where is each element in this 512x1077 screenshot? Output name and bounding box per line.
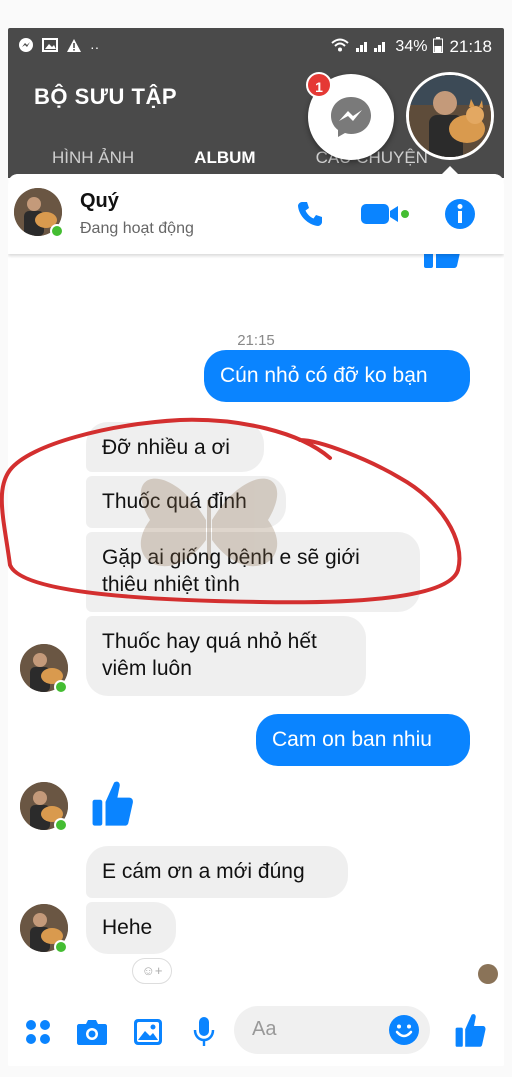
unread-badge: 1 (306, 72, 332, 98)
message-incoming[interactable]: Gặp ai giống bệnh e sẽ giới thiêu nhiệt … (86, 532, 420, 612)
messenger-icon (18, 37, 34, 57)
message-incoming[interactable]: E cám ơn a mới đúng (86, 846, 348, 898)
wifi-icon (331, 38, 350, 56)
status-left: ·· (18, 37, 99, 57)
signal-icon (355, 38, 389, 56)
emoji-icon[interactable] (388, 1014, 420, 1046)
status-right: 34% 21:18 (331, 37, 492, 57)
contact-status: Đang hoạt động (80, 220, 194, 237)
contact-name[interactable]: Quý (80, 190, 119, 213)
online-indicator (54, 818, 68, 832)
phone-icon[interactable] (292, 198, 328, 230)
info-icon[interactable] (442, 198, 478, 230)
mic-icon[interactable] (188, 1016, 220, 1048)
clock: 21:18 (449, 37, 492, 56)
like-icon[interactable] (450, 1010, 490, 1050)
message-outgoing[interactable]: Cún nhỏ có đỡ ko bạn (204, 350, 470, 402)
gallery-title: BỘ SƯU TẬP (34, 84, 178, 109)
message-input[interactable]: Aa (234, 1006, 430, 1054)
message-incoming[interactable]: Thuốc hay quá nhỏ hết viêm luôn (86, 616, 366, 696)
timestamp-divider: 21:15 (237, 332, 275, 349)
tab-album[interactable]: ALBUM (194, 148, 255, 168)
chat-window: Quý Đang hoạt động 21:15 Cún nhỏ có đỡ k… (8, 174, 504, 1066)
battery-icon (433, 37, 444, 57)
tab-photos[interactable]: HÌNH ẢNH (52, 148, 134, 168)
header-actions (292, 198, 478, 230)
online-indicator (50, 224, 64, 238)
gallery-icon[interactable] (132, 1016, 164, 1048)
phone-screen: ·· 34% 21:18 BỘ SƯU TẬP HÌNH ẢNH ALBUM C… (8, 28, 504, 1066)
battery-level: 34% (395, 38, 428, 55)
camera-icon[interactable] (76, 1016, 108, 1048)
message-composer: Aa (8, 994, 504, 1066)
like-message-thumbs-up-icon[interactable] (86, 776, 138, 830)
contact-chat-head[interactable] (406, 72, 494, 160)
message-incoming[interactable]: Thuốc quá đỉnh (86, 476, 286, 528)
video-icon[interactable] (358, 198, 412, 230)
online-indicator (54, 940, 68, 954)
image-icon (42, 38, 58, 56)
online-indicator (54, 680, 68, 694)
status-bar: ·· 34% 21:18 (8, 28, 504, 64)
message-incoming[interactable]: Hehe (86, 902, 176, 954)
message-incoming[interactable]: Đỡ nhiều a ơi (86, 422, 264, 472)
message-input-placeholder: Aa (252, 1018, 277, 1040)
messenger-icon (331, 97, 371, 137)
seen-receipt-avatar (478, 964, 498, 984)
more-dots-icon: ·· (90, 39, 100, 55)
chat-header: Quý Đang hoạt động (8, 174, 504, 254)
screenshot-frame: ·· 34% 21:18 BỘ SƯU TẬP HÌNH ẢNH ALBUM C… (0, 0, 512, 1077)
add-reaction-button[interactable]: ☺+ (132, 958, 172, 984)
apps-icon[interactable] (22, 1016, 54, 1048)
chat-head-pointer (440, 166, 460, 176)
message-outgoing[interactable]: Cam on ban nhiu (256, 714, 470, 766)
warning-icon (66, 38, 82, 57)
